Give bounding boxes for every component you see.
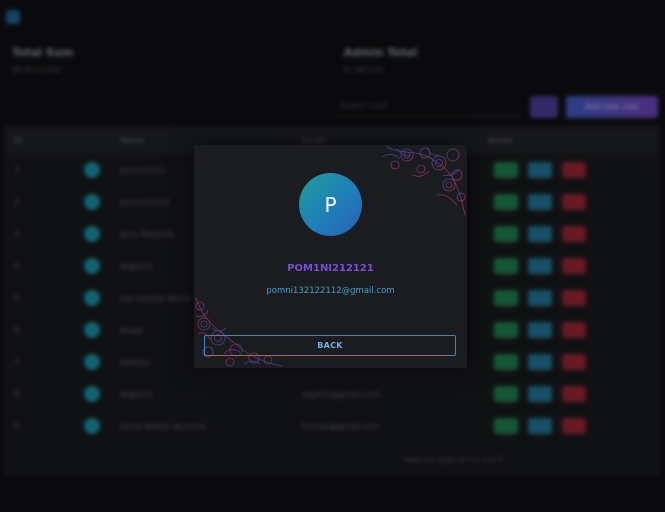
email-label: pomni132122112@gmail.com (266, 286, 395, 296)
back-button[interactable]: BACK (204, 335, 456, 356)
floral-ornament-icon (195, 297, 283, 367)
app-root: Total Sum All Accounts Admin Total In Se… (0, 0, 665, 512)
username-label: POM1NI212121 (287, 263, 374, 274)
avatar: P (299, 173, 362, 236)
user-detail-modal: P POM1NI212121 pomni132122112@gmail.com … (194, 145, 467, 368)
avatar-initial: P (324, 192, 337, 217)
floral-ornament-icon (381, 146, 466, 216)
